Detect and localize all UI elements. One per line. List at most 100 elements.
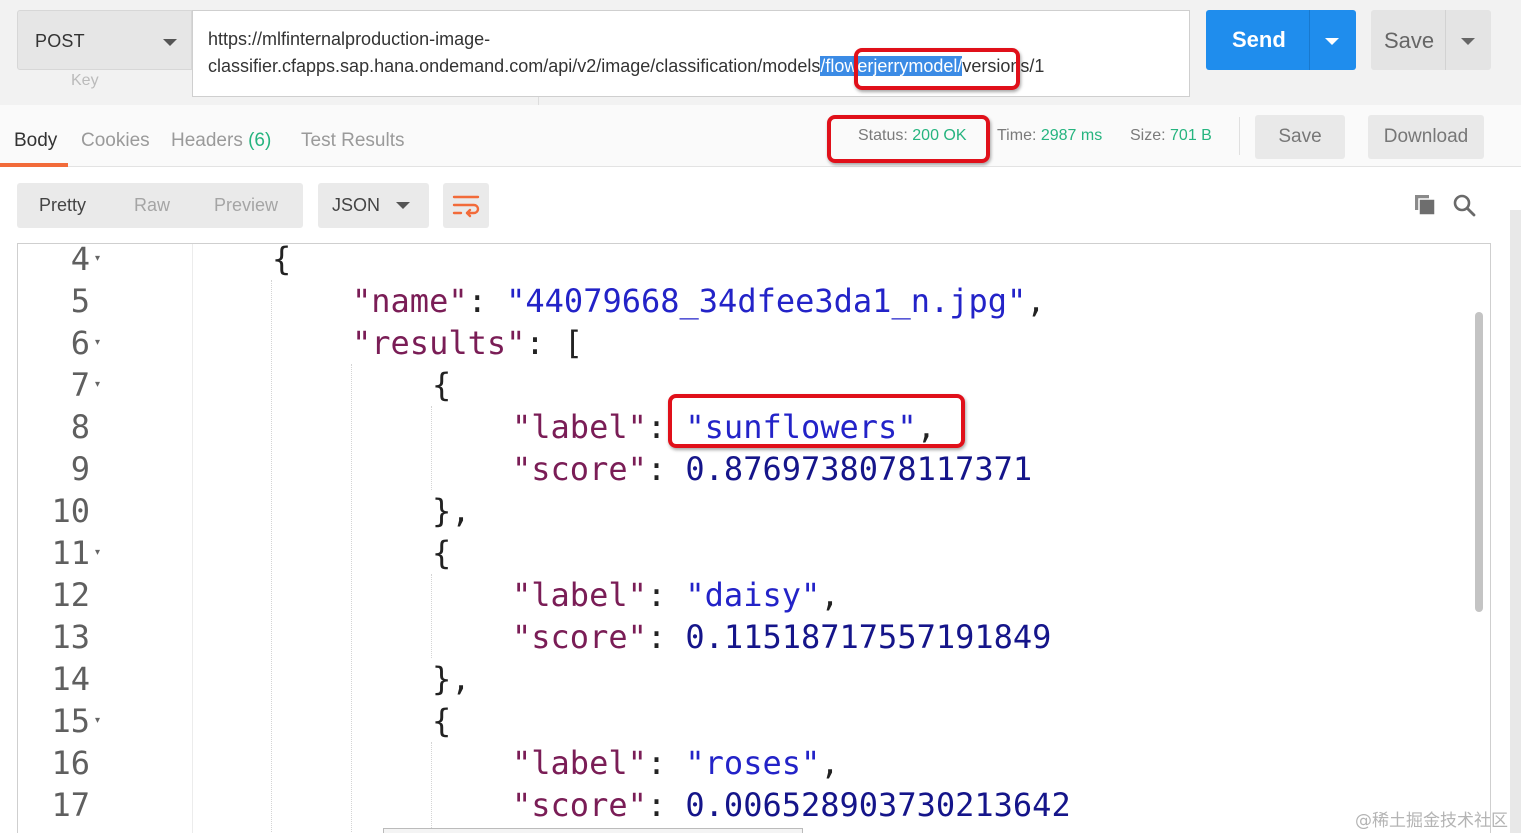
- indent-guide: [431, 406, 432, 490]
- size-value: 701 B: [1170, 127, 1212, 144]
- params-key-label: Key: [71, 72, 99, 89]
- send-dropdown-icon[interactable]: [1325, 38, 1339, 45]
- format-select[interactable]: JSON: [318, 183, 429, 228]
- json-string: "44079668_34dfee3da1_n.jpg": [506, 282, 1027, 320]
- annotation-box-model-name: [854, 48, 1020, 90]
- json-string: "daisy": [685, 576, 821, 614]
- json-punct: : [: [525, 324, 584, 362]
- line-number: 6: [70, 324, 90, 362]
- send-label: Send: [1232, 27, 1286, 52]
- json-key: "score": [512, 618, 647, 656]
- time-label: Time:: [997, 127, 1037, 144]
- json-punct: :: [646, 618, 686, 656]
- code-line: "name": "44079668_34dfee3da1_n.jpg",: [352, 280, 1046, 322]
- format-dropdown-icon: [396, 202, 410, 209]
- json-punct: :: [646, 786, 686, 824]
- code-line: "results": [: [352, 322, 583, 364]
- response-tabs: Body Cookies Headers (6) Test Results St…: [0, 105, 1521, 167]
- tab-test-results[interactable]: Test Results: [301, 130, 404, 152]
- annotation-box-status: [827, 115, 990, 163]
- request-bar: POST Key https://mlfinternalproduction-i…: [0, 0, 1521, 105]
- params-divider: [538, 97, 539, 105]
- time-value: 2987 ms: [1040, 127, 1103, 144]
- url-input[interactable]: https://mlfinternalproduction-image- cla…: [192, 10, 1190, 97]
- save-request-button[interactable]: Save: [1371, 10, 1491, 70]
- indent-guide: [431, 574, 432, 658]
- save-response-button[interactable]: Save: [1255, 115, 1345, 159]
- tab-cookies[interactable]: Cookies: [81, 130, 150, 152]
- code-line: },: [432, 660, 471, 698]
- json-key: "name": [352, 282, 468, 320]
- json-key: "score": [512, 450, 647, 488]
- tab-headers[interactable]: Headers (6): [171, 130, 271, 152]
- json-key: "label": [512, 744, 647, 782]
- indent-guide: [431, 742, 432, 833]
- line-number: 12: [51, 576, 90, 614]
- code-line: "score": 0.8769738078117371: [512, 448, 1032, 490]
- json-punct: :: [646, 450, 686, 488]
- vertical-scrollbar[interactable]: [1475, 312, 1483, 612]
- line-number: 14: [51, 660, 90, 698]
- annotation-box-top-label: [668, 394, 965, 448]
- code-line: {: [432, 702, 452, 740]
- fold-arrow-icon[interactable]: ▾: [95, 244, 100, 280]
- code-line: "score": 0.006528903730213642: [512, 784, 1071, 826]
- line-number: 5: [70, 282, 90, 320]
- fold-arrow-icon[interactable]: ▾: [95, 532, 100, 574]
- line-number: 8: [70, 408, 90, 446]
- tab-headers-count: (6): [248, 130, 272, 151]
- line-number-gutter: 4 5 6 7 8 9 10 11 12 13 14 15 16 17 ▾ ▾ …: [18, 244, 108, 833]
- fold-arrow-icon[interactable]: ▾: [95, 364, 100, 406]
- view-mode-group: Pretty Raw Preview: [17, 183, 303, 228]
- params-row: Key: [17, 70, 192, 96]
- indent-guide: [271, 280, 272, 833]
- method-dropdown-icon: [163, 39, 177, 46]
- copy-icon[interactable]: [1413, 193, 1437, 217]
- indent-guide: [351, 364, 352, 833]
- save-request-label: Save: [1384, 28, 1435, 53]
- fold-arrow-icon[interactable]: ▾: [95, 700, 100, 742]
- wrap-lines-icon: [452, 195, 480, 218]
- page-scrollbar-track[interactable]: [1510, 210, 1521, 833]
- json-punct: :: [646, 576, 686, 614]
- code-line: {: [272, 243, 292, 278]
- fold-arrow-icon[interactable]: ▾: [95, 322, 100, 364]
- tab-body[interactable]: Body: [14, 130, 57, 152]
- code-line: "score": 0.11518717557191849: [512, 616, 1051, 658]
- line-number: 15: [51, 702, 90, 740]
- horizontal-scrollbar[interactable]: [383, 828, 803, 833]
- code-line: "label": "daisy",: [512, 574, 840, 616]
- download-button[interactable]: Download: [1368, 115, 1484, 159]
- response-body-editor[interactable]: 4 5 6 7 8 9 10 11 12 13 14 15 16 17 ▾ ▾ …: [17, 243, 1491, 833]
- json-punct: :: [646, 744, 686, 782]
- json-number: 0.8769738078117371: [685, 450, 1033, 488]
- search-icon[interactable]: [1452, 193, 1476, 217]
- json-punct: ,: [1026, 282, 1046, 320]
- watermark: @稀土掘金技术社区: [1355, 811, 1508, 831]
- url-prefix: classifier.cfapps.sap.hana.ondemand.com/…: [208, 56, 821, 76]
- size-label: Size:: [1130, 127, 1166, 144]
- json-key: "results": [352, 324, 526, 362]
- raw-button[interactable]: Raw: [134, 195, 170, 216]
- pretty-button[interactable]: Pretty: [39, 195, 86, 216]
- method-select[interactable]: POST: [17, 10, 192, 70]
- send-divider: [1309, 10, 1310, 70]
- format-label: JSON: [332, 195, 381, 215]
- line-number: 11: [51, 534, 90, 572]
- size-info: Size: 701 B: [1130, 127, 1212, 145]
- json-key: "score": [512, 786, 647, 824]
- tab-headers-label: Headers: [171, 130, 243, 151]
- wrap-lines-button[interactable]: [443, 183, 489, 228]
- json-punct: ,: [820, 744, 840, 782]
- preview-button[interactable]: Preview: [214, 195, 278, 216]
- send-button[interactable]: Send: [1206, 10, 1356, 70]
- save-dropdown-icon[interactable]: [1461, 38, 1475, 45]
- code-line: {: [432, 534, 452, 572]
- json-punct: :: [467, 282, 507, 320]
- line-number: 17: [51, 786, 90, 824]
- line-number: 13: [51, 618, 90, 656]
- json-number: 0.006528903730213642: [685, 786, 1071, 824]
- json-number: 0.11518717557191849: [685, 618, 1052, 656]
- time-info: Time: 2987 ms: [997, 127, 1102, 145]
- line-number: 9: [70, 450, 90, 488]
